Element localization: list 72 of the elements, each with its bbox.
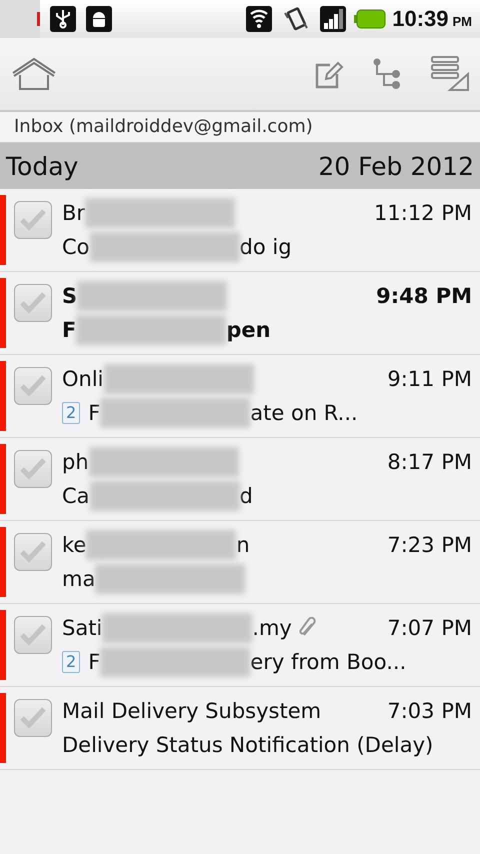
message-time: 7:07 PM: [386, 616, 472, 640]
message-subject: ate on R...: [250, 401, 358, 425]
message-item[interactable]: Mail Delivery Subsystem 7:03 PM Delivery Status Notification (Delay): [0, 687, 480, 770]
message-item[interactable]: Sati .my 7:07 PM 2 F ery from Boo...: [0, 604, 480, 687]
checkbox[interactable]: [14, 284, 52, 322]
message-subject: F: [62, 318, 76, 342]
menu-button[interactable]: [430, 56, 470, 92]
unread-bar: [0, 278, 6, 348]
sender-name: S: [62, 284, 78, 308]
checkmark-icon: [19, 540, 47, 564]
message-subject: ery from Boo...: [250, 650, 406, 674]
sender-name: n: [236, 533, 250, 557]
checkmark-icon: [19, 706, 47, 730]
message-item[interactable]: Onli 9:11 PM 2 F ate on R...: [0, 355, 480, 438]
message-subject: Delivery Status Notification (Delay): [62, 733, 434, 757]
sender-name: .my: [252, 616, 292, 640]
message-time: 9:48 PM: [375, 284, 472, 308]
checkbox[interactable]: [14, 450, 52, 488]
sender-name: Mail Delivery Subsystem: [62, 699, 322, 723]
compose-button[interactable]: [314, 59, 344, 89]
sender-name: ph: [62, 450, 89, 474]
sender-name: Onli: [62, 367, 104, 391]
checkmark-icon: [19, 208, 47, 232]
message-item[interactable]: Br 11:12 PM Co do ig: [0, 189, 480, 272]
message-item[interactable]: S 9:48 PM F pen: [0, 272, 480, 355]
message-subject: ma: [62, 567, 96, 591]
section-label: Today: [6, 152, 78, 180]
unread-bar: [0, 527, 6, 597]
checkmark-icon: [19, 291, 47, 315]
checkbox[interactable]: [14, 533, 52, 571]
sender-name: Br: [62, 201, 86, 225]
signal-icon: [320, 6, 346, 32]
wifi-icon: [246, 6, 272, 32]
unread-bar: [0, 693, 6, 763]
thread-count: 2: [62, 402, 80, 424]
usb-icon: [50, 6, 76, 32]
message-item[interactable]: ph 8:17 PM Ca d: [0, 438, 480, 521]
folders-button[interactable]: [372, 58, 402, 90]
checkmark-icon: [19, 457, 47, 481]
message-time: 8:17 PM: [386, 450, 472, 474]
section-date: 20 Feb 2012: [318, 152, 474, 180]
battery-icon: [354, 9, 386, 29]
message-time: 11:12 PM: [373, 201, 472, 225]
checkbox[interactable]: [14, 699, 52, 737]
folder-title: Inbox (maildroiddev@gmail.com): [14, 116, 313, 137]
sender-name: ke: [62, 533, 86, 557]
unread-bar: [0, 444, 6, 514]
thread-count: 2: [62, 651, 80, 673]
checkbox[interactable]: [14, 367, 52, 405]
vibrate-icon: [282, 5, 310, 33]
message-subject: do ig: [240, 235, 292, 259]
message-subject: Ca: [62, 484, 90, 508]
message-item[interactable]: ke n 7:23 PM ma: [0, 521, 480, 604]
message-time: 7:23 PM: [386, 533, 472, 557]
checkmark-icon: [19, 374, 47, 398]
unread-bar: [0, 361, 6, 431]
message-time: 9:11 PM: [386, 367, 472, 391]
message-subject: Co: [62, 235, 90, 259]
clock-ampm: PM: [452, 14, 472, 29]
unread-bar: [0, 195, 6, 265]
checkbox[interactable]: [14, 201, 52, 239]
message-subject: d: [240, 484, 253, 508]
message-subject: pen: [226, 318, 271, 342]
clock-time: 10:39: [392, 6, 448, 32]
sender-name: Sati: [62, 616, 102, 640]
home-button[interactable]: [10, 57, 58, 91]
message-subject: F: [88, 650, 100, 674]
checkmark-icon: [19, 623, 47, 647]
message-subject: F: [88, 401, 100, 425]
message-time: 7:03 PM: [386, 699, 472, 723]
unread-bar: [0, 610, 6, 680]
checkbox[interactable]: [14, 616, 52, 654]
